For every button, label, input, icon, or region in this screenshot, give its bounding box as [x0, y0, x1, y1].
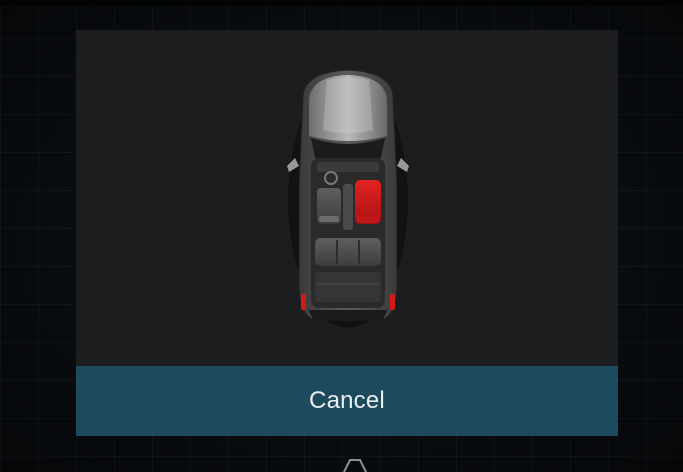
seat-selection-dialog: Cancel	[76, 30, 618, 436]
top-bar	[0, 0, 683, 6]
cancel-button[interactable]: Cancel	[76, 366, 618, 436]
bottom-handle-icon	[340, 456, 370, 472]
car-top-view-icon	[283, 66, 413, 328]
screen-background: Cancel	[0, 0, 683, 472]
